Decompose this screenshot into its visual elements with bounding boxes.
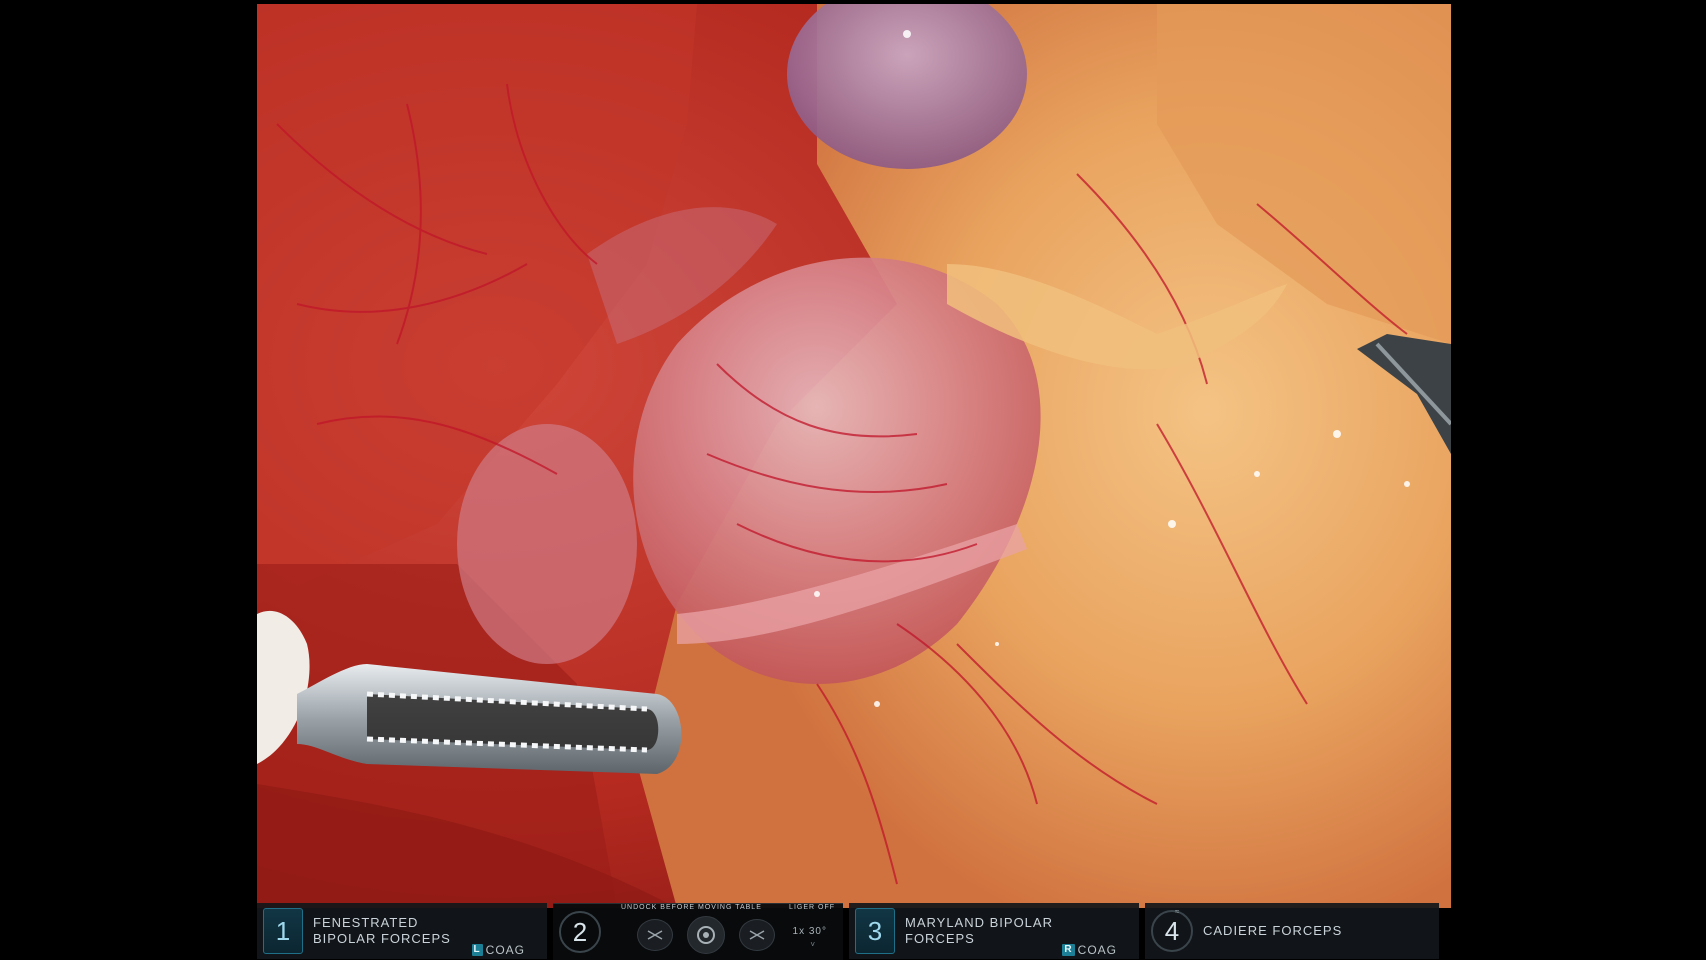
arm-3-tool-name: MARYLAND BIPOLAR FORCEPS xyxy=(905,915,1075,947)
arm-4-tool-name: CADIERE FORCEPS xyxy=(1203,923,1343,938)
scope-readout: 1x 30° xyxy=(793,926,827,937)
undock-notice: UNDOCK BEFORE MOVING TABLE xyxy=(621,904,762,911)
arm-4-swap-icon: ≈ xyxy=(1175,907,1180,916)
arm-3-tool-line-2: FORCEPS xyxy=(905,931,975,946)
arm-3-energy: R COAG xyxy=(1062,943,1117,957)
camera-icon xyxy=(687,916,725,954)
arm-1-tool-line-1: FENESTRATED xyxy=(313,915,419,930)
scope-angle-down-icon: ˅ xyxy=(810,940,815,949)
instrument-x-icon xyxy=(637,919,673,951)
instrument-x-icon xyxy=(739,919,775,951)
arm-3-tool-line-1: MARYLAND BIPOLAR xyxy=(905,915,1053,930)
arm-3-panel[interactable]: 3 MARYLAND BIPOLAR FORCEPS R COAG xyxy=(849,903,1139,959)
arm-1-energy: L COAG xyxy=(471,943,525,957)
arm-4-number: 4 xyxy=(1151,910,1193,952)
arm-2-number: 2 xyxy=(559,911,601,953)
scope-angle: 30° xyxy=(808,926,827,937)
arm-3-energy-pedal-key: R xyxy=(1062,944,1075,956)
endoscope-image xyxy=(257,4,1451,908)
arm-1-number: 1 xyxy=(263,908,303,954)
instrument-status-bar: 1 FENESTRATED BIPOLAR FORCEPS L COAG UND… xyxy=(257,900,1451,960)
arm-4-panel[interactable]: 4 ≈ CADIERE FORCEPS xyxy=(1145,903,1439,959)
arm-3-energy-mode: COAG xyxy=(1077,943,1117,957)
arm-2-camera-panel[interactable]: UNDOCK BEFORE MOVING TABLE LIGER OFF 2 1… xyxy=(553,903,843,960)
arm-2-icons xyxy=(637,916,775,954)
arm-1-energy-pedal-key: L xyxy=(471,944,483,956)
arm-3-number: 3 xyxy=(855,908,895,954)
arm-1-panel[interactable]: 1 FENESTRATED BIPOLAR FORCEPS L COAG xyxy=(257,903,547,959)
arm-1-energy-mode: COAG xyxy=(485,943,525,957)
arm-1-tool-name: FENESTRATED BIPOLAR FORCEPS xyxy=(313,915,483,947)
scope-zoom: 1x xyxy=(792,926,806,937)
arm-1-tool-line-2: BIPOLAR FORCEPS xyxy=(313,931,451,946)
surgical-display: 1 FENESTRATED BIPOLAR FORCEPS L COAG UND… xyxy=(0,0,1706,960)
endoscope-video-feed xyxy=(257,4,1451,908)
liger-status: LIGER OFF xyxy=(789,904,835,911)
